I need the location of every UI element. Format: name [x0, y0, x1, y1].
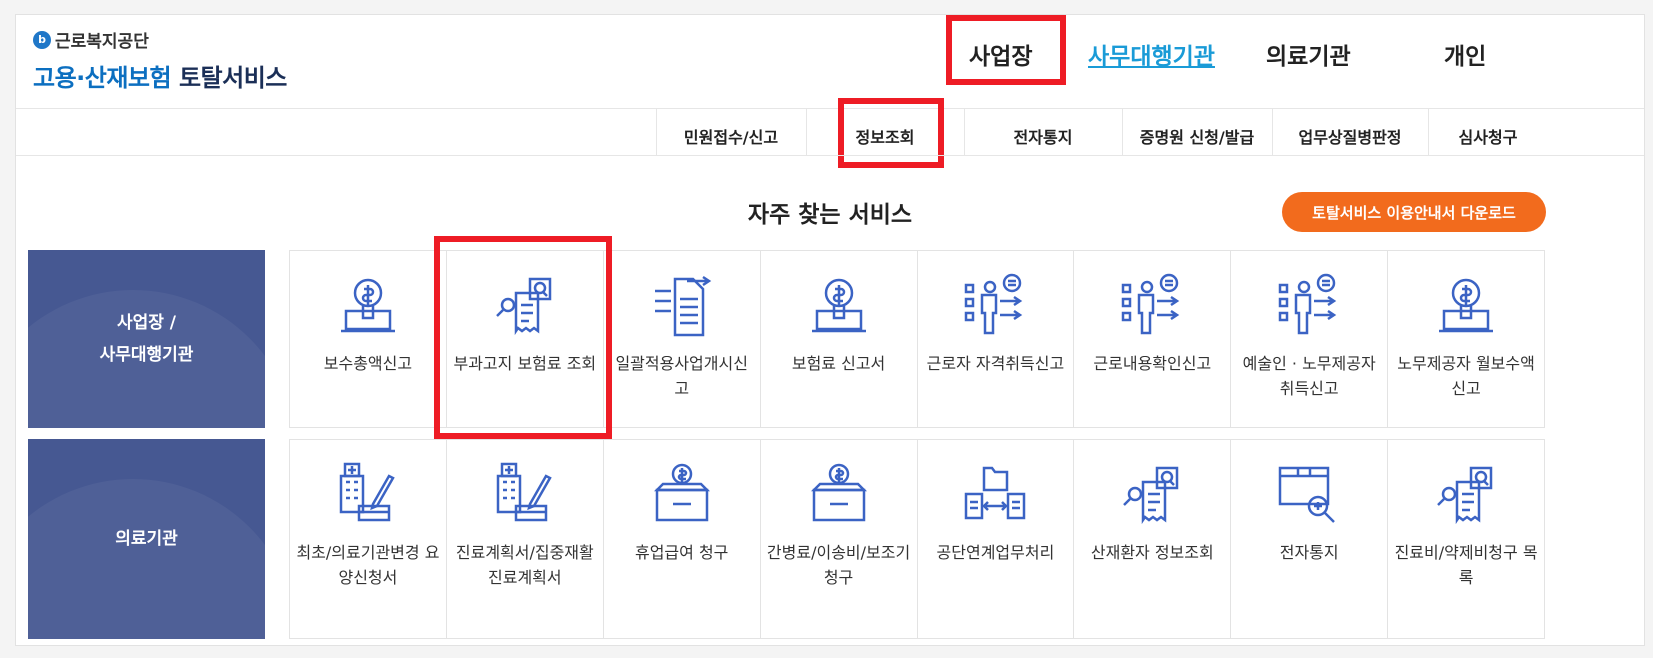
service-label: 일괄적용사업개시신고	[615, 354, 748, 398]
hospital-form-icon	[496, 462, 552, 522]
document-list-arrows-icon	[654, 275, 711, 337]
subnav-certificate[interactable]: 증명원 신청/발급	[1122, 123, 1272, 153]
subnav-review-request[interactable]: 심사청구	[1428, 123, 1548, 153]
service-patient-info-inquiry[interactable]: 산재환자 정보조회	[1074, 440, 1232, 638]
document-search-icon	[1123, 466, 1179, 525]
service-wage-total-report[interactable]: 보수총액신고	[290, 251, 447, 427]
header-divider	[16, 108, 1644, 109]
service-label: 보험료 신고서	[791, 354, 886, 373]
service-label: 휴업급여 청구	[634, 543, 729, 562]
service-label: 산재환자 정보조회	[1090, 543, 1214, 562]
money-lightbulb-laptop-icon	[811, 278, 866, 333]
money-box-icon	[653, 463, 710, 522]
category-label: 사무대행기관	[99, 345, 194, 365]
document-search-icon	[495, 277, 552, 336]
service-label: 전자통지	[1279, 543, 1339, 562]
service-grid-medical: 최초/의료기관변경 요양신청서 진료계획서/집중재활진료계획서 휴업급여 청구 …	[289, 439, 1545, 639]
service-label: 간병료/이송비/보조기 청구	[766, 543, 911, 587]
service-artist-acquisition[interactable]: 예술인 · 노무제공자 취득신고	[1231, 251, 1389, 427]
subnav-occupational-disease[interactable]: 업무상질병판정	[1272, 123, 1428, 153]
service-label: 진료비/약제비청구 목록	[1394, 543, 1538, 587]
service-treatment-plan[interactable]: 진료계획서/집중재활진료계획서	[447, 440, 604, 638]
logo-title-dark: 토탈서비스	[178, 64, 287, 92]
service-premium-inquiry[interactable]: 부과고지 보험료 조회	[447, 251, 604, 427]
logo-title-blue: 고용·산재보험	[33, 64, 172, 92]
topnav-business[interactable]: 사업장	[969, 37, 1032, 71]
site-logo[interactable]: b 근로복지공단 고용·산재보험 토탈서비스	[33, 27, 287, 93]
subnav-e-notice[interactable]: 전자통지	[964, 123, 1122, 153]
person-checklist-icon	[965, 273, 1023, 335]
money-box-icon	[810, 463, 867, 522]
service-nursing-transport-claim[interactable]: 간병료/이송비/보조기 청구	[761, 440, 918, 638]
download-guide-button[interactable]: 토탈서비스 이용안내서 다운로드	[1282, 192, 1546, 232]
service-e-notice[interactable]: 전자통지	[1231, 440, 1389, 638]
service-label: 근로자 자격취득신고	[926, 354, 1065, 373]
folder-exchange-icon	[965, 466, 1026, 520]
service-grid-business: 보수총액신고 부과고지 보험료 조회 일괄적용사업개시신고 보험료 신고서 근로…	[289, 250, 1545, 428]
topnav-personal[interactable]: 개인	[1444, 37, 1486, 71]
topnav-medical[interactable]: 의료기관	[1266, 37, 1351, 71]
logo-org-name: 근로복지공단	[55, 32, 149, 52]
category-label: 의료기관	[115, 529, 178, 549]
service-initial-care-application[interactable]: 최초/의료기관변경 요양신청서	[290, 440, 447, 638]
subnav-divider	[16, 155, 1644, 156]
person-checklist-icon	[1278, 273, 1337, 335]
person-checklist-icon	[1122, 273, 1180, 335]
service-label: 근로내용확인신고	[1093, 354, 1212, 373]
service-medical-fee-claim-list[interactable]: 진료비/약제비청구 목록	[1388, 440, 1544, 638]
service-sick-leave-claim[interactable]: 휴업급여 청구	[604, 440, 761, 638]
money-lightbulb-laptop-icon	[340, 278, 395, 333]
service-label: 부과고지 보험료 조회	[453, 354, 597, 373]
service-linked-processing[interactable]: 공단연계업무처리	[918, 440, 1075, 638]
service-label: 예술인 · 노무제공자 취득신고	[1242, 354, 1376, 398]
category-business: 사업장 / 사무대행기관	[28, 250, 265, 428]
service-label: 노무제공자 월보수액 신고	[1397, 354, 1535, 398]
portal-frame: b 근로복지공단 고용·산재보험 토탈서비스 사업장 사무대행기관 의료기관 개…	[15, 14, 1645, 646]
service-label: 최초/의료기관변경 요양신청서	[296, 543, 440, 587]
document-search-icon	[1437, 466, 1493, 525]
subnav-civil-affairs[interactable]: 민원접수/신고	[656, 123, 806, 153]
service-work-content-confirm[interactable]: 근로내용확인신고	[1074, 251, 1232, 427]
subnav-info-inquiry[interactable]: 정보조회	[806, 123, 964, 153]
package-search-icon	[1278, 466, 1336, 523]
service-label: 공단연계업무처리	[936, 543, 1055, 562]
service-worker-qualification[interactable]: 근로자 자격취득신고	[918, 251, 1075, 427]
service-label: 진료계획서/집중재활진료계획서	[455, 543, 594, 587]
category-medical: 의료기관	[28, 439, 265, 639]
service-batch-business-start[interactable]: 일괄적용사업개시신고	[604, 251, 761, 427]
service-label: 보수총액신고	[323, 354, 413, 373]
hospital-form-icon	[339, 462, 395, 522]
service-monthly-wage-report[interactable]: 노무제공자 월보수액 신고	[1388, 251, 1544, 427]
kcomwel-logo-icon: b	[33, 30, 51, 49]
category-label: 사업장 /	[116, 313, 177, 333]
topnav-agency[interactable]: 사무대행기관	[1088, 37, 1215, 71]
money-lightbulb-laptop-icon	[1439, 278, 1494, 333]
service-premium-report[interactable]: 보험료 신고서	[761, 251, 918, 427]
